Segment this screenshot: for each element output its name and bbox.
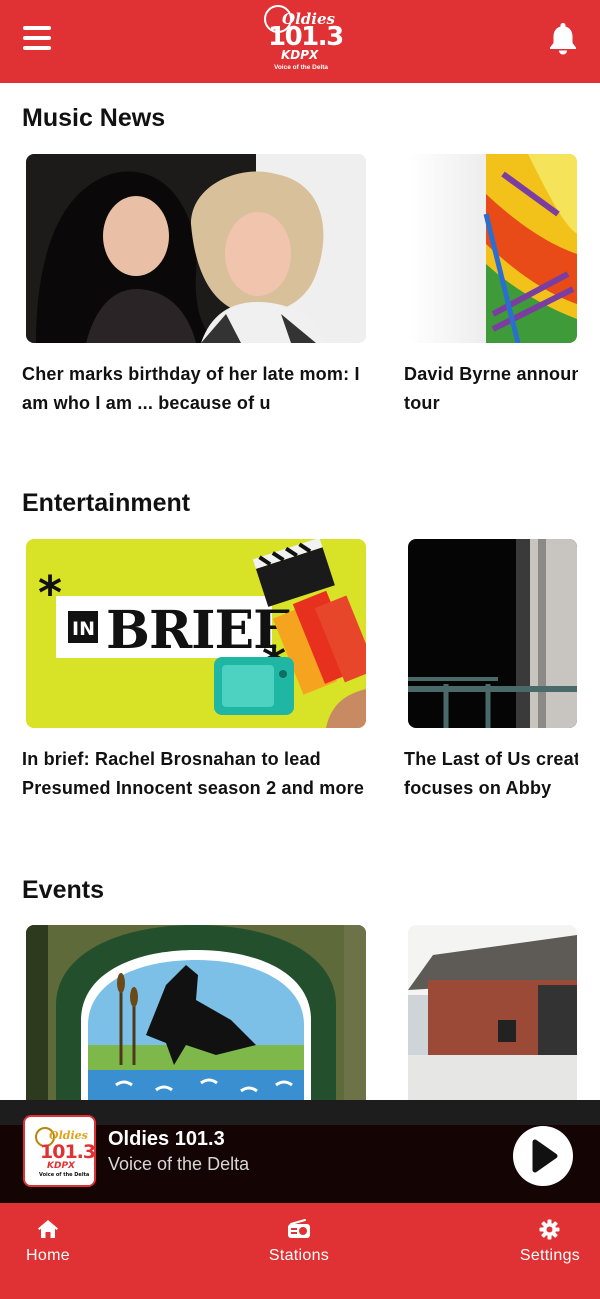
svg-text:*: * — [38, 566, 62, 620]
news-card[interactable]: David Byrne announces new album and tour — [404, 154, 578, 424]
news-thumbnail — [408, 154, 577, 343]
now-playing-title: Oldies 101.3 — [108, 1128, 225, 1150]
svg-text:Voice of the Delta: Voice of the Delta — [39, 1172, 89, 1178]
news-headline: In brief: Rachel Brosnahan to lead Presu… — [22, 749, 365, 798]
news-headline: David Byrne announces new album and tour — [404, 364, 578, 413]
now-playing-subtitle: Voice of the Delta — [108, 1154, 250, 1174]
section-title-music-news: Music News — [22, 104, 166, 132]
play-button[interactable] — [513, 1126, 573, 1186]
home-icon — [38, 1220, 58, 1238]
svg-text:IN: IN — [72, 618, 95, 640]
bottom-tab-bar: Home Stations Settings — [0, 1203, 600, 1299]
news-thumbnail: IN BRIEF * * — [26, 539, 366, 728]
svg-text:KDPX: KDPX — [47, 1161, 76, 1171]
play-icon — [532, 1139, 558, 1173]
tab-stations[interactable]: Stations — [254, 1203, 344, 1299]
svg-text:101.3: 101.3 — [40, 1141, 94, 1163]
section-title-events: Events — [22, 876, 104, 904]
tab-home[interactable]: Home — [8, 1203, 88, 1299]
now-playing-bar[interactable]: Oldies 101.3 KDPX Voice of the Delta Old… — [0, 1100, 600, 1203]
carousel-peek: David Byrne announces new album and tour… — [404, 0, 578, 1100]
radio-icon — [288, 1219, 310, 1238]
gear-icon — [539, 1219, 560, 1240]
tab-stations-label: Stations — [268, 1247, 330, 1264]
news-headline: Cher marks birthday of her late mom: I a… — [22, 364, 360, 413]
event-card[interactable] — [26, 925, 366, 1115]
tab-settings[interactable]: Settings — [510, 1203, 590, 1299]
tab-home-label: Home — [26, 1247, 70, 1264]
menu-icon[interactable] — [23, 26, 51, 50]
event-card[interactable] — [408, 925, 578, 1100]
news-thumbnail — [26, 154, 366, 343]
section-title-entertainment: Entertainment — [22, 489, 191, 517]
news-card[interactable]: The Last of Us creator says season 3 foc… — [404, 539, 578, 839]
tab-settings-label: Settings — [519, 1247, 581, 1264]
event-thumbnail — [408, 925, 577, 1100]
news-headline: The Last of Us creator says season 3 foc… — [404, 749, 578, 798]
event-thumbnail — [26, 925, 366, 1114]
news-card[interactable]: Cher marks birthday of her late mom: I a… — [22, 154, 366, 424]
station-logo-thumbnail: Oldies 101.3 KDPX Voice of the Delta — [23, 1115, 96, 1187]
news-thumbnail — [408, 539, 577, 728]
station-logo-header[interactable]: Oldies 101.3 KDPX Voice of the Delta — [262, 2, 344, 76]
news-card[interactable]: IN BRIEF * * In brief: Rachel Brosnahan … — [22, 539, 366, 839]
